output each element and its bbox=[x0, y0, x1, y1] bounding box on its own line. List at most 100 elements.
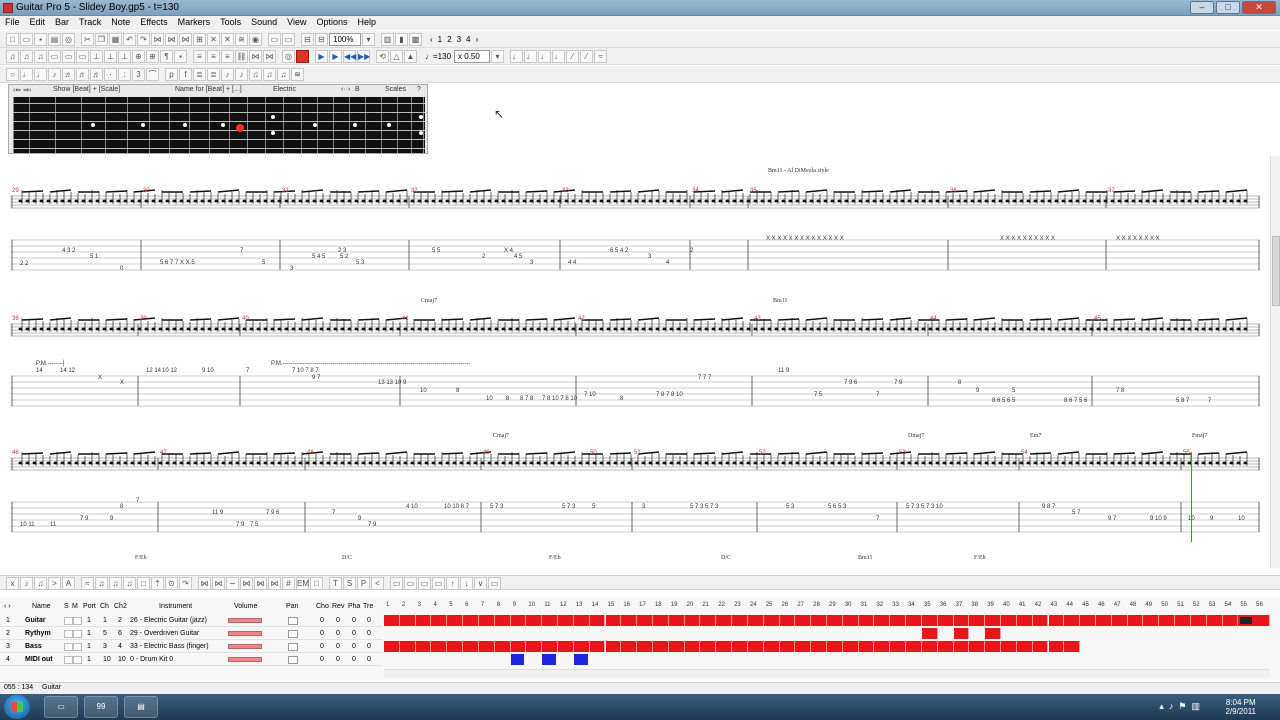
chord-tool-icon[interactable]: ≡ bbox=[193, 50, 206, 63]
bar-number-header[interactable]: 34 bbox=[908, 602, 915, 608]
note-head[interactable] bbox=[662, 461, 667, 465]
note-head[interactable] bbox=[907, 327, 912, 331]
note-head[interactable] bbox=[53, 327, 58, 331]
note-head[interactable] bbox=[403, 327, 408, 331]
note-head[interactable] bbox=[1159, 461, 1164, 465]
note-head[interactable] bbox=[1040, 461, 1045, 465]
score-view[interactable]: Bm11 - Al DiMeola style Cmaj7 Bm11 Cmaj7… bbox=[0, 156, 1270, 564]
pan-control[interactable] bbox=[288, 643, 298, 651]
effect-tool-icon[interactable]: ⋈ bbox=[254, 577, 267, 590]
effect-tool-icon[interactable]: ♪ bbox=[20, 577, 33, 590]
note-head[interactable] bbox=[501, 199, 506, 203]
note-head[interactable] bbox=[1208, 327, 1213, 331]
track-bar-cell[interactable] bbox=[463, 641, 479, 652]
note-head[interactable] bbox=[221, 327, 226, 331]
menu-effects[interactable]: Effects bbox=[135, 16, 172, 30]
page-3[interactable]: 3 bbox=[455, 33, 463, 46]
note-head[interactable] bbox=[123, 199, 128, 203]
note-head[interactable] bbox=[501, 461, 506, 465]
note-head[interactable] bbox=[508, 327, 513, 331]
start-button[interactable] bbox=[4, 695, 30, 719]
effect-tool-icon[interactable]: ⊙ bbox=[165, 577, 178, 590]
bar-number-header[interactable]: 52 bbox=[1193, 602, 1200, 608]
note-head[interactable] bbox=[389, 461, 394, 465]
note-head[interactable] bbox=[340, 199, 345, 203]
note-head[interactable] bbox=[382, 199, 387, 203]
note-head[interactable] bbox=[494, 199, 499, 203]
note-head[interactable] bbox=[683, 327, 688, 331]
effect-tool-icon[interactable]: > bbox=[48, 577, 61, 590]
note-head[interactable] bbox=[319, 327, 324, 331]
note-head[interactable] bbox=[893, 199, 898, 203]
track-bar-cell[interactable] bbox=[447, 641, 464, 652]
track-bar-cell[interactable] bbox=[827, 641, 843, 652]
duration-half-icon[interactable]: ♩ bbox=[20, 68, 33, 81]
explorer-taskbar-icon[interactable]: ▭ bbox=[44, 696, 78, 718]
note-head[interactable] bbox=[256, 199, 261, 203]
note-head[interactable] bbox=[725, 327, 730, 331]
note-head[interactable] bbox=[186, 461, 191, 465]
bar-number-header[interactable]: 14 bbox=[592, 602, 599, 608]
track-bar-cell[interactable] bbox=[1111, 615, 1128, 626]
play-from-start-icon[interactable]: ▶ bbox=[315, 50, 328, 63]
bar-number-header[interactable]: 22 bbox=[718, 602, 725, 608]
note-head[interactable] bbox=[942, 461, 947, 465]
track-bar-cell[interactable] bbox=[589, 615, 606, 626]
note-head[interactable] bbox=[648, 327, 653, 331]
note-head[interactable] bbox=[375, 327, 380, 331]
note-head[interactable] bbox=[319, 461, 324, 465]
note-head[interactable] bbox=[858, 327, 863, 331]
note-head[interactable] bbox=[683, 199, 688, 203]
note-head[interactable] bbox=[207, 199, 212, 203]
note-head[interactable] bbox=[1089, 327, 1094, 331]
volume-slider[interactable] bbox=[228, 644, 262, 649]
note-head[interactable] bbox=[60, 327, 65, 331]
note-head[interactable] bbox=[977, 327, 982, 331]
note-head[interactable] bbox=[1068, 461, 1073, 465]
note-head[interactable] bbox=[116, 461, 121, 465]
note-head[interactable] bbox=[1173, 461, 1178, 465]
score-scroll-thumb[interactable] bbox=[1272, 236, 1280, 306]
note-head[interactable] bbox=[578, 461, 583, 465]
track-bar-cell[interactable] bbox=[763, 615, 780, 626]
note-head[interactable] bbox=[704, 327, 709, 331]
note-head[interactable] bbox=[431, 461, 436, 465]
track-bar-cell[interactable] bbox=[478, 615, 495, 626]
clock[interactable]: 8:04 PM 2/9/2011 bbox=[1225, 698, 1256, 716]
note-head[interactable] bbox=[158, 327, 163, 331]
note-head[interactable] bbox=[606, 199, 611, 203]
note-head[interactable] bbox=[1229, 461, 1234, 465]
play-icon[interactable]: ▶ bbox=[329, 50, 342, 63]
note-head[interactable] bbox=[697, 199, 702, 203]
note-head[interactable] bbox=[935, 461, 940, 465]
note-head[interactable] bbox=[494, 327, 499, 331]
note-head[interactable] bbox=[627, 461, 632, 465]
note-head[interactable] bbox=[39, 327, 44, 331]
bar-number-header[interactable]: 6 bbox=[465, 602, 468, 608]
note-head[interactable] bbox=[655, 199, 660, 203]
note-head[interactable] bbox=[431, 327, 436, 331]
note-head[interactable] bbox=[606, 461, 611, 465]
fx-g-icon[interactable]: ≈ bbox=[594, 50, 608, 63]
track-bar-cell[interactable] bbox=[700, 615, 717, 626]
note-head[interactable] bbox=[403, 199, 408, 203]
note-head[interactable] bbox=[585, 461, 590, 465]
track-bar-cell[interactable] bbox=[589, 641, 606, 652]
track-bar-cell[interactable] bbox=[1001, 641, 1017, 652]
network-icon[interactable]: ▥ bbox=[1191, 701, 1200, 712]
track-bar-cell[interactable] bbox=[1080, 615, 1096, 626]
note-head[interactable] bbox=[690, 461, 695, 465]
note-head[interactable] bbox=[452, 199, 457, 203]
note-head[interactable] bbox=[949, 199, 954, 203]
scales-button[interactable]: Scales bbox=[385, 86, 406, 93]
print-icon[interactable]: ▤ bbox=[48, 33, 61, 46]
note-head[interactable] bbox=[67, 461, 72, 465]
effect-tool-icon[interactable]: ▭ bbox=[390, 577, 403, 590]
note-head[interactable] bbox=[445, 461, 450, 465]
note-head[interactable] bbox=[774, 461, 779, 465]
track-bar-cell[interactable] bbox=[1048, 615, 1065, 626]
page-2[interactable]: 2 bbox=[445, 33, 453, 46]
bar-number-header[interactable]: 9 bbox=[513, 602, 516, 608]
note-head[interactable] bbox=[158, 461, 163, 465]
effect-tool-icon[interactable]: ▭ bbox=[488, 577, 501, 590]
